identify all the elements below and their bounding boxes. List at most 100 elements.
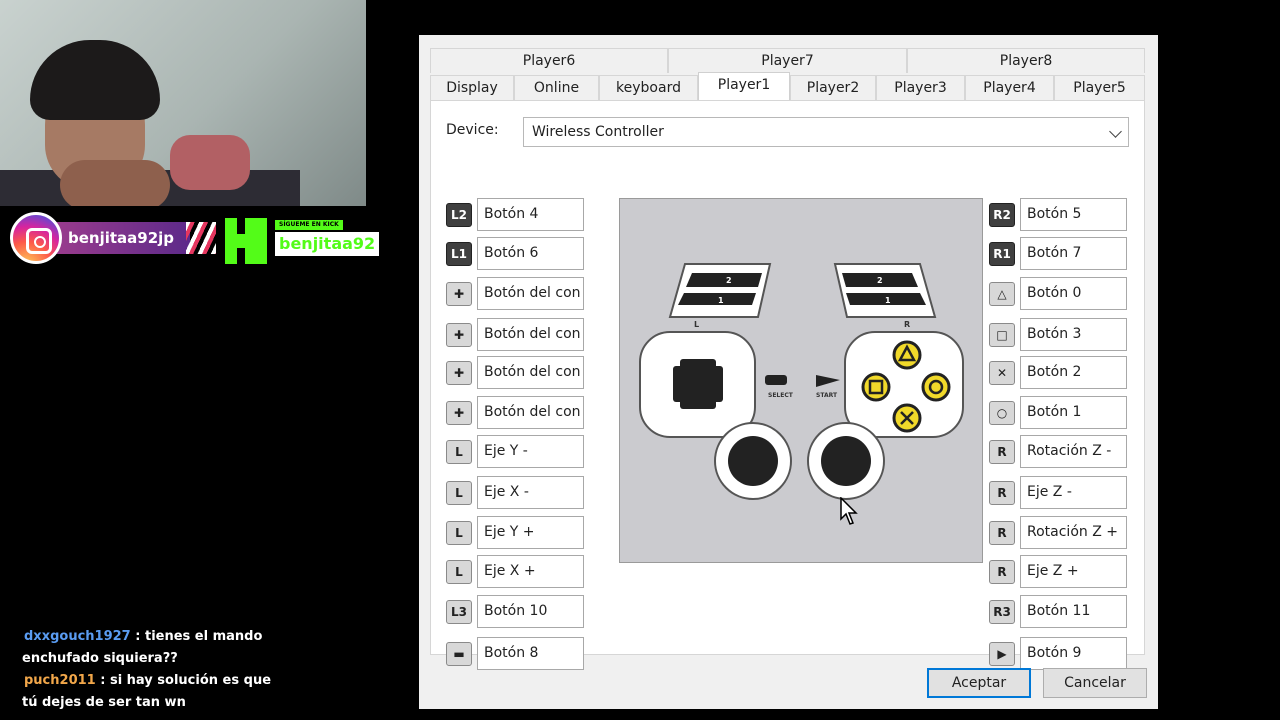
mapping-field[interactable]: Eje Z + bbox=[1020, 555, 1127, 588]
l-shoulder-frame bbox=[668, 263, 772, 318]
kick-follow-label: SÍGUEME EN KICK bbox=[275, 220, 343, 230]
device-select-value: Wireless Controller bbox=[532, 124, 664, 140]
mapping-field[interactable]: Botón 5 bbox=[1020, 198, 1127, 231]
left-stick-right-icon: L bbox=[446, 560, 472, 584]
right-stick bbox=[821, 436, 871, 486]
mapping-field[interactable]: Rotación Z - bbox=[1020, 435, 1127, 468]
dpad-left-icon: ✚ bbox=[446, 323, 472, 347]
tab-player7[interactable]: Player7 bbox=[668, 48, 907, 73]
chevron-down-icon bbox=[1109, 125, 1122, 138]
start-button bbox=[816, 375, 840, 387]
l2-number: 2 bbox=[726, 276, 732, 285]
mapping-field[interactable]: Botón 3 bbox=[1020, 318, 1127, 351]
dpad-down-icon: ✚ bbox=[446, 361, 472, 385]
cancel-button[interactable]: Cancelar bbox=[1043, 668, 1147, 698]
chat-username: puch2011 bbox=[24, 673, 96, 688]
mapping-field[interactable]: Botón 6 bbox=[477, 237, 584, 270]
left-stick bbox=[728, 436, 778, 486]
chat-overlay: dxxgouch1927 : tienes el mando enchufado… bbox=[22, 626, 282, 714]
tab-player4[interactable]: Player4 bbox=[965, 75, 1054, 100]
mapping-field[interactable]: Botón 10 bbox=[477, 595, 584, 628]
banner-stripes bbox=[186, 222, 216, 254]
left-stick-down-icon: L bbox=[446, 521, 472, 545]
l3-icon: L3 bbox=[446, 600, 472, 624]
mapping-field[interactable]: Botón del con bbox=[477, 356, 584, 389]
l1-number: 1 bbox=[718, 296, 724, 305]
start-label: START bbox=[816, 392, 838, 399]
dpad-horizontal bbox=[673, 366, 723, 402]
mapping-field[interactable]: Eje Z - bbox=[1020, 476, 1127, 509]
controller-svg: SELECT START L R 2 1 2 1 bbox=[639, 263, 964, 500]
circle-button bbox=[921, 372, 951, 402]
r1-icon: R1 bbox=[989, 242, 1015, 266]
device-label: Device: bbox=[446, 122, 499, 138]
mapping-field[interactable]: Eje X - bbox=[477, 476, 584, 509]
mapping-field[interactable]: Botón del con bbox=[477, 277, 584, 310]
square-button bbox=[861, 372, 891, 402]
select-label: SELECT bbox=[768, 392, 794, 399]
mapping-field[interactable]: Botón 0 bbox=[1020, 277, 1127, 310]
right-stick-down-icon: R bbox=[989, 521, 1015, 545]
webcam-feed bbox=[0, 0, 366, 206]
circle-icon: ○ bbox=[989, 401, 1015, 425]
webcam-hair bbox=[30, 40, 160, 120]
select-button bbox=[765, 375, 787, 385]
mouse-pointer-icon bbox=[840, 497, 858, 525]
mapping-field[interactable]: Eje Y - bbox=[477, 435, 584, 468]
kick-handle: benjitaa92 bbox=[275, 232, 379, 256]
kick-banner: SÍGUEME EN KICK benjitaa92 bbox=[225, 212, 385, 264]
tab-player5[interactable]: Player5 bbox=[1054, 75, 1145, 100]
r2-icon: R2 bbox=[989, 203, 1015, 227]
tab-keyboard[interactable]: keyboard bbox=[599, 75, 698, 100]
tab-player1[interactable]: Player1 bbox=[698, 72, 790, 100]
dpad-right-icon: ✚ bbox=[446, 401, 472, 425]
l1-bar bbox=[678, 293, 756, 305]
triangle-icon: △ bbox=[989, 282, 1015, 306]
mapping-field[interactable]: Botón 9 bbox=[1020, 637, 1127, 670]
mapping-field[interactable]: Botón del con bbox=[477, 318, 584, 351]
tab-player2[interactable]: Player2 bbox=[790, 75, 876, 100]
mapping-field[interactable]: Eje X + bbox=[477, 555, 584, 588]
tab-player3[interactable]: Player3 bbox=[876, 75, 965, 100]
instagram-icon bbox=[10, 212, 62, 264]
mapping-field[interactable]: Botón 8 bbox=[477, 637, 584, 670]
mapping-field[interactable]: Botón 2 bbox=[1020, 356, 1127, 389]
r1-number: 1 bbox=[885, 296, 891, 305]
tab-online[interactable]: Online bbox=[514, 75, 599, 100]
mapping-field[interactable]: Botón 7 bbox=[1020, 237, 1127, 270]
r-label: R bbox=[904, 320, 910, 329]
player1-panel: Device: Wireless Controller L 2 Botón 4 L 1 B… bbox=[430, 100, 1145, 670]
l2-bar bbox=[686, 273, 762, 287]
r3-icon: R3 bbox=[989, 600, 1015, 624]
tab-player8[interactable]: Player8 bbox=[907, 48, 1145, 73]
tab-display[interactable]: Display bbox=[430, 75, 514, 100]
square-icon: □ bbox=[989, 323, 1015, 347]
mapping-field[interactable]: Botón 4 bbox=[477, 198, 584, 231]
kick-logo-icon bbox=[225, 218, 267, 264]
tab-player6[interactable]: Player6 bbox=[430, 48, 668, 73]
device-select[interactable]: Wireless Controller bbox=[523, 117, 1129, 147]
tab-row-bottom: Display Online keyboard Player1 Player2 … bbox=[430, 72, 1145, 100]
tab-row-top: Player6 Player7 Player8 bbox=[430, 48, 1145, 73]
mapping-field[interactable]: Eje Y + bbox=[477, 516, 584, 549]
chat-username: dxxgouch1927 bbox=[24, 629, 131, 644]
input-settings-dialog: Player6 Player7 Player8 Display Online k… bbox=[419, 35, 1158, 709]
right-stick-left-icon: R bbox=[989, 481, 1015, 505]
right-stick-up-icon: R bbox=[989, 440, 1015, 464]
start-icon: ▶ bbox=[989, 642, 1015, 666]
controller-diagram: SELECT START L R 2 1 2 1 bbox=[619, 198, 983, 563]
r2-number: 2 bbox=[877, 276, 883, 285]
chat-message: puch2011 : si hay solución es que tú dej… bbox=[22, 670, 282, 714]
webcam-hand bbox=[60, 160, 170, 206]
mapping-field[interactable]: Botón 1 bbox=[1020, 396, 1127, 429]
right-stick-right-icon: R bbox=[989, 560, 1015, 584]
left-stick-left-icon: L bbox=[446, 481, 472, 505]
ok-button[interactable]: Aceptar bbox=[927, 668, 1031, 698]
mapping-field[interactable]: Botón 11 bbox=[1020, 595, 1127, 628]
webcam-pillow bbox=[170, 135, 250, 190]
dpad-up-icon: ✚ bbox=[446, 282, 472, 306]
mapping-field[interactable]: Botón del con bbox=[477, 396, 584, 429]
mapping-field[interactable]: Rotación Z + bbox=[1020, 516, 1127, 549]
l-label: L bbox=[694, 320, 699, 329]
chat-message: dxxgouch1927 : tienes el mando enchufado… bbox=[22, 626, 282, 670]
